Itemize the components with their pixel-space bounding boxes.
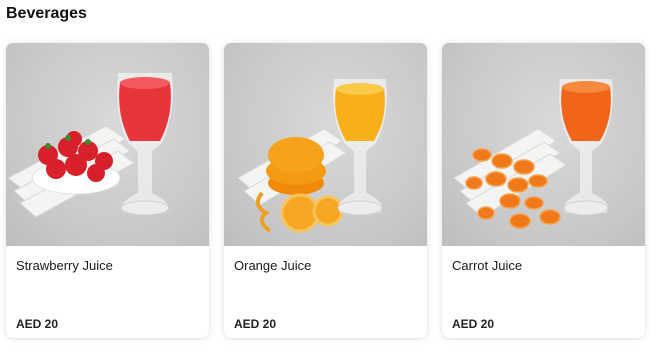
product-name: Carrot Juice — [452, 258, 523, 273]
product-card-orange-juice[interactable]: Orange Juice AED 20 — [224, 43, 427, 338]
product-price: AED 20 — [452, 317, 495, 331]
product-price: AED 20 — [16, 317, 59, 331]
product-name: Strawberry Juice — [16, 258, 113, 273]
product-price: AED 20 — [234, 317, 277, 331]
strawberry-juice-image — [6, 43, 209, 246]
carrot-juice-image — [442, 43, 645, 246]
product-card-strawberry-juice[interactable]: Strawberry Juice AED 20 — [6, 43, 209, 338]
product-card-carrot-juice[interactable]: Carrot Juice AED 20 — [442, 43, 645, 338]
section-title: Beverages — [6, 5, 87, 22]
product-name: Orange Juice — [234, 258, 312, 273]
orange-juice-image — [224, 43, 427, 246]
